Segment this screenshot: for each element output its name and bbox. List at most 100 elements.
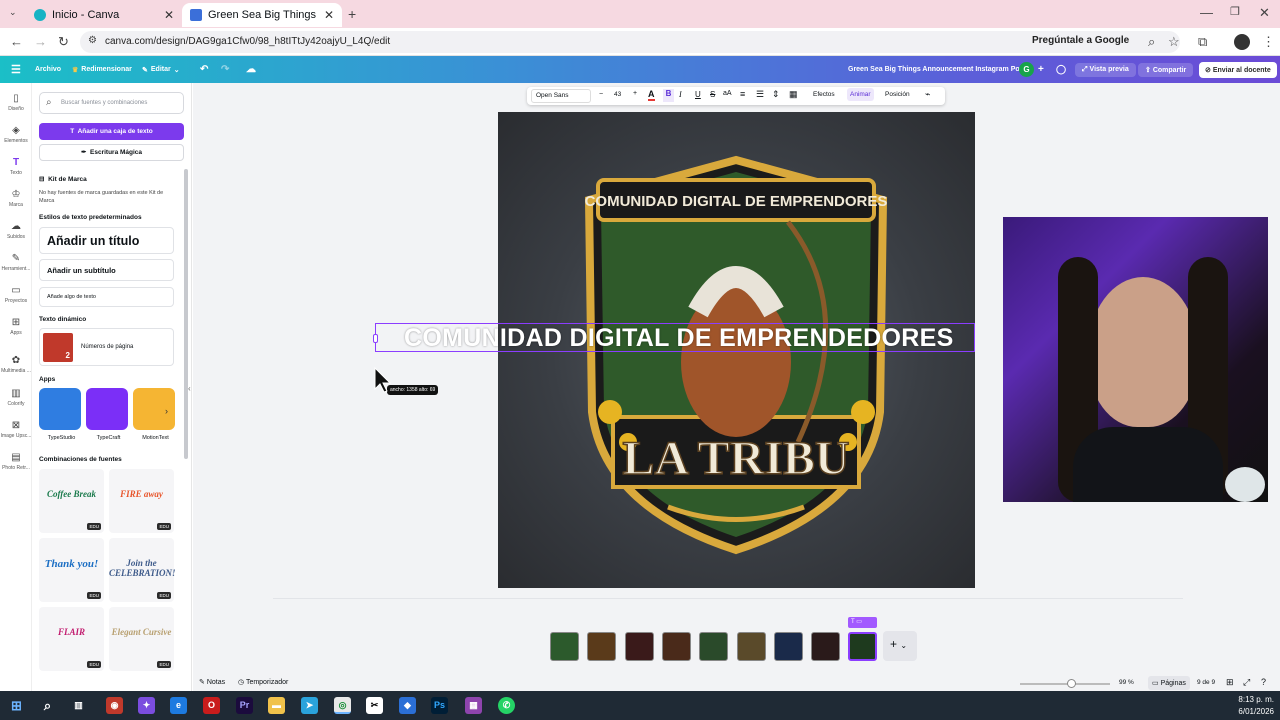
list-icon[interactable]: ☰ bbox=[756, 89, 764, 100]
chrome-icon[interactable]: ◎ bbox=[334, 697, 351, 714]
restore-icon[interactable]: ❐ bbox=[1230, 5, 1240, 18]
file-explorer-icon[interactable]: ▬ bbox=[268, 697, 285, 714]
tab-inicio[interactable]: Inicio - Canva ✕ bbox=[26, 3, 182, 27]
whatsapp-icon[interactable]: ✆ bbox=[498, 697, 515, 714]
page-thumbnail[interactable] bbox=[736, 632, 766, 661]
font-size-input[interactable]: 43 bbox=[614, 91, 621, 98]
notes-button[interactable]: ✎ Notas bbox=[199, 678, 225, 686]
telegram-icon[interactable]: ➤ bbox=[301, 697, 318, 714]
font-size-increase-button[interactable]: + bbox=[633, 90, 637, 97]
add-body-style[interactable]: Añade algo de texto bbox=[39, 287, 174, 307]
animar-button[interactable]: Animar bbox=[847, 88, 874, 101]
collaborator-avatar[interactable]: G bbox=[1019, 62, 1034, 77]
forward-icon[interactable]: → bbox=[34, 34, 47, 49]
premiere-icon[interactable]: Pr bbox=[236, 697, 253, 714]
app-icon-red[interactable]: ◉ bbox=[106, 697, 123, 714]
new-tab-icon[interactable]: + bbox=[348, 6, 356, 22]
align-center-icon[interactable]: ≡ bbox=[740, 89, 745, 99]
rail-item-4[interactable]: ☁ Subidos bbox=[0, 221, 32, 240]
font-family-dropdown[interactable]: Open Sans bbox=[531, 89, 591, 103]
spacing-icon[interactable]: ⇕ bbox=[772, 89, 780, 100]
font-combo-card[interactable]: FLAIR EDU bbox=[39, 607, 104, 671]
page-thumbnail[interactable] bbox=[773, 632, 803, 661]
rail-item-2[interactable]: T Texto bbox=[0, 157, 32, 176]
comments-icon[interactable]: ◯ bbox=[1056, 56, 1066, 83]
task-view-icon[interactable]: ▥ bbox=[70, 697, 87, 714]
menu-icon[interactable]: ☰ bbox=[11, 56, 21, 83]
format-painter-icon[interactable]: ⌁ bbox=[925, 89, 930, 100]
app-icon-purple[interactable]: ▦ bbox=[465, 697, 482, 714]
timer-button[interactable]: ◷ Temporizador bbox=[238, 678, 288, 686]
bookmark-star-icon[interactable]: ☆ bbox=[1168, 34, 1180, 50]
add-page-button[interactable]: + ⌄ bbox=[883, 631, 917, 661]
site-info-icon[interactable]: ⚙ bbox=[88, 35, 97, 46]
rail-item-10[interactable]: ⊠ Image Upsc... bbox=[0, 420, 32, 439]
edge-icon[interactable]: e bbox=[170, 697, 187, 714]
rail-item-6[interactable]: ▭ Proyectos bbox=[0, 285, 32, 304]
rail-item-0[interactable]: ▯ Diseño bbox=[0, 93, 32, 112]
search-icon[interactable]: ⌕ bbox=[39, 697, 56, 714]
collapse-panel-icon[interactable]: ‹ bbox=[188, 384, 191, 393]
design-title[interactable]: Green Sea Big Things Announcement Instag… bbox=[848, 56, 1026, 83]
vista-previa-button[interactable]: ⤢ Vista previa bbox=[1075, 56, 1136, 83]
add-subtitle-style[interactable]: Añadir un subtítulo bbox=[39, 259, 174, 281]
redimensionar-button[interactable]: ♛ Redimensionar bbox=[72, 56, 132, 83]
windows-start-icon[interactable]: ⊞ bbox=[8, 697, 25, 714]
compartir-button[interactable]: ⇪ Compartir bbox=[1138, 56, 1194, 83]
capcut-icon[interactable]: ✂ bbox=[366, 697, 383, 714]
editar-button[interactable]: ✎ Editar ⌄ bbox=[142, 56, 180, 83]
close-tab-icon[interactable]: ✕ bbox=[164, 8, 174, 22]
close-window-icon[interactable]: ✕ bbox=[1259, 5, 1270, 21]
page-thumbnail[interactable] bbox=[848, 632, 878, 661]
undo-icon[interactable]: ↶ bbox=[200, 56, 208, 83]
redo-icon[interactable]: ↷ bbox=[221, 56, 229, 83]
minimize-icon[interactable]: — bbox=[1200, 5, 1213, 20]
font-search-field[interactable]: ⌕ Buscar fuentes y combinaciones bbox=[39, 92, 184, 114]
zoom-slider-handle[interactable] bbox=[1067, 679, 1076, 688]
overlay-heading-text[interactable]: COMUNIDAD DIGITAL DE EMPRENDEDORES bbox=[404, 324, 974, 353]
rail-item-3[interactable]: ♔ Marca bbox=[0, 189, 32, 208]
strikethrough-icon[interactable]: S bbox=[710, 90, 715, 99]
add-textbox-button[interactable]: T Añadir una caja de texto bbox=[39, 123, 184, 140]
posicion-button[interactable]: Posición bbox=[885, 91, 910, 98]
back-icon[interactable]: ← bbox=[10, 34, 23, 49]
transparency-icon[interactable]: ▦ bbox=[789, 89, 798, 100]
app-item[interactable]: MotionText bbox=[133, 388, 178, 441]
rail-item-9[interactable]: ▥ Colorify bbox=[0, 388, 32, 407]
rail-item-7[interactable]: ⊞ Apps bbox=[0, 317, 32, 336]
font-combo-card[interactable]: Coffee Break EDU bbox=[39, 469, 104, 533]
profile-avatar[interactable] bbox=[1234, 34, 1250, 50]
font-combo-card[interactable]: Join the CELEBRATION! EDU bbox=[109, 538, 176, 602]
enviar-docente-button[interactable]: ⊘ Enviar al docente bbox=[1199, 56, 1277, 83]
rail-item-11[interactable]: ▤ Photo Retr... bbox=[0, 452, 32, 471]
clock-date[interactable]: 6/01/2026 bbox=[1226, 707, 1274, 716]
page-thumbnail[interactable] bbox=[550, 632, 579, 661]
font-size-decrease-button[interactable]: − bbox=[599, 91, 603, 98]
rail-item-5[interactable]: ✎ Herramient... bbox=[0, 253, 32, 272]
tab-list-icon[interactable]: ⌄ bbox=[9, 7, 17, 18]
page-thumbnail[interactable] bbox=[587, 632, 617, 661]
app-item[interactable]: TypeStudio bbox=[39, 388, 84, 441]
page-thumbnail[interactable] bbox=[661, 632, 691, 661]
page-numbers-item[interactable]: 2 Números de página bbox=[39, 328, 174, 366]
font-combo-card[interactable]: Elegant Cursive EDU bbox=[109, 607, 174, 671]
reload-icon[interactable]: ↻ bbox=[58, 34, 69, 50]
grid-view-icon[interactable]: ⊞ bbox=[1226, 677, 1234, 688]
font-combo-card[interactable]: FIRE away EDU bbox=[109, 469, 174, 533]
opera-icon[interactable]: O bbox=[203, 697, 220, 714]
app-item[interactable]: TypeCraft bbox=[86, 388, 131, 441]
url-field[interactable]: ⚙ canva.com/design/DAG9ga1Cfw0/98_h8tITt… bbox=[80, 31, 1180, 53]
rail-item-8[interactable]: ✿ Multimedia ... bbox=[0, 355, 32, 374]
ask-google-button[interactable]: Pregúntale a Google bbox=[1032, 35, 1129, 46]
panel-scrollbar[interactable] bbox=[184, 169, 188, 459]
zoom-search-icon[interactable]: ⌕ bbox=[1148, 34, 1155, 50]
app-icon-blue[interactable]: ◆ bbox=[399, 697, 416, 714]
pages-button[interactable]: ▭ Páginas bbox=[1148, 676, 1190, 690]
bold-icon[interactable]: B bbox=[663, 89, 674, 102]
italic-icon[interactable]: I bbox=[679, 90, 682, 99]
help-icon[interactable]: ? bbox=[1261, 677, 1266, 687]
tab-design[interactable]: Green Sea Big Things Announc ✕ bbox=[182, 3, 342, 27]
apps-next-icon[interactable]: › bbox=[165, 406, 168, 416]
rail-item-1[interactable]: ◈ Elementos bbox=[0, 125, 32, 144]
photoshop-icon[interactable]: Ps bbox=[431, 697, 448, 714]
